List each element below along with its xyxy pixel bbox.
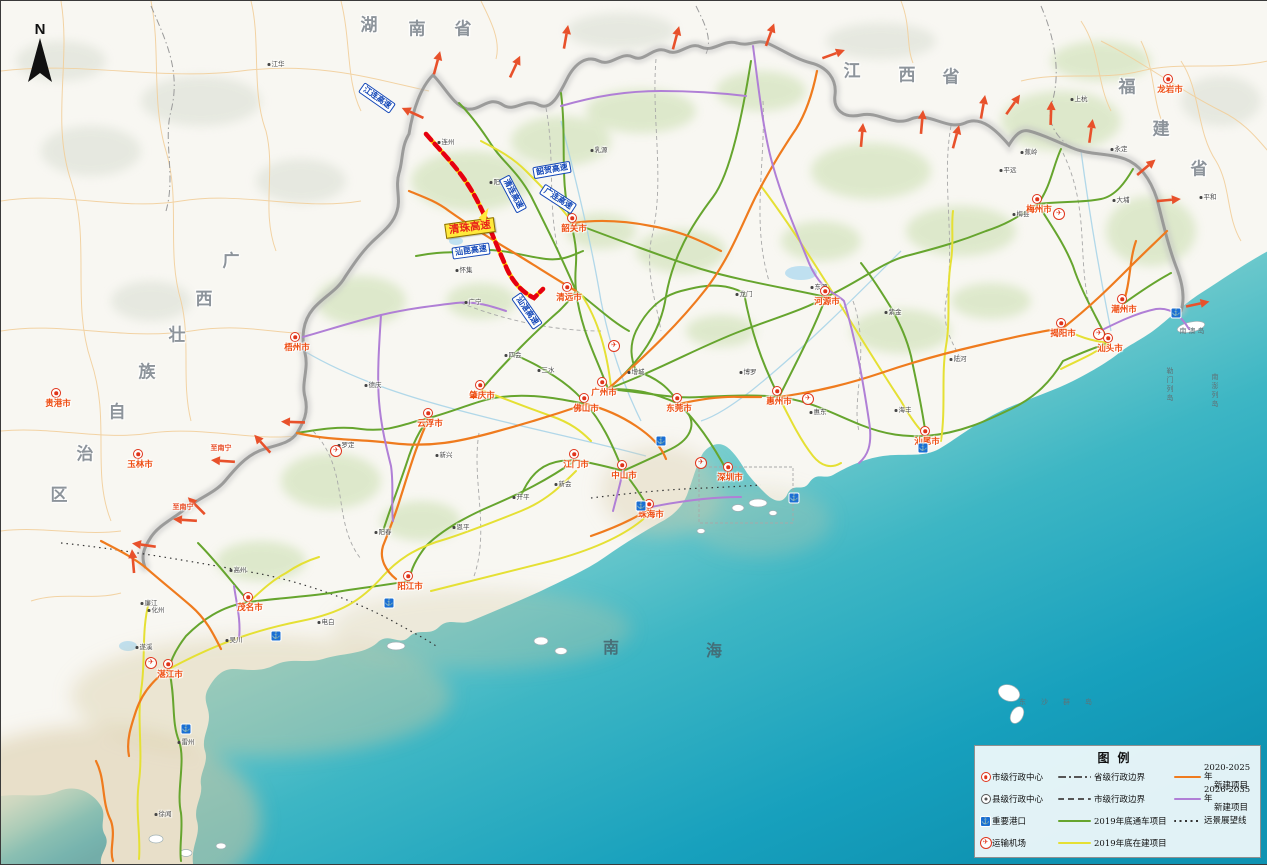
port-icon: ⚓ <box>271 631 282 642</box>
city-marker-icon <box>423 408 433 418</box>
city-marker-icon <box>1056 318 1066 328</box>
airport-icon: ✈ <box>802 393 814 405</box>
legend-label: 县级行政中心 <box>992 793 1058 805</box>
city-marker-icon <box>617 460 627 470</box>
legend-row: 县级行政中心 市级行政边界 2026-2035年新建项目 <box>975 788 1260 810</box>
port-icon: ⚓ <box>656 436 667 447</box>
city-marker-icon <box>163 659 173 669</box>
direction-arrow-icon <box>124 547 144 574</box>
port-icon: ⚓ <box>384 598 395 609</box>
legend-label: 重要港口 <box>992 815 1058 827</box>
city-marker-icon <box>597 377 607 387</box>
airport-icon: ✈ <box>145 657 157 669</box>
legend-rows: 市级行政中心省级行政边界2020-2025年新建项目县级行政中心市级行政边界20… <box>975 766 1260 854</box>
city-marker-icon <box>723 462 733 472</box>
direction-arrow-icon <box>1155 191 1182 211</box>
legend-label: 远景展望线 <box>1204 817 1256 826</box>
direction-arrow-icon <box>913 108 933 135</box>
port-icon: ⚓ <box>918 443 929 454</box>
city-marker-icon <box>579 393 589 403</box>
airport-icon: ✈ <box>695 457 707 469</box>
airport-icon: ✈ <box>608 340 620 352</box>
city-marker-icon <box>820 286 830 296</box>
legend-label: 2019年底在建项目 <box>1094 837 1174 849</box>
legend-city-marker-icon <box>981 772 991 782</box>
direction-arrow-icon <box>1081 117 1102 145</box>
city-marker-icon <box>772 386 782 396</box>
city-marker-icon <box>243 592 253 602</box>
legend-county-marker-icon <box>981 794 991 804</box>
legend-line-sample <box>1058 776 1091 778</box>
legend-port-icon: ⚓ <box>980 816 991 827</box>
direction-arrow-icon <box>853 121 873 148</box>
direction-arrow-icon <box>209 450 236 470</box>
airport-icon: ✈ <box>1053 208 1065 220</box>
port-icon: ⚓ <box>1171 308 1182 319</box>
legend-label: 2026-2035年新建项目 <box>1204 786 1256 813</box>
legend-row: ⚓重要港口 2019年底通车项目 远景展望线 <box>975 810 1260 832</box>
legend: 图例 市级行政中心省级行政边界2020-2025年新建项目县级行政中心市级行政边… <box>974 745 1261 858</box>
legend-label: 市级行政边界 <box>1094 793 1174 805</box>
city-marker-icon <box>1163 74 1173 84</box>
legend-line-sample <box>1174 820 1201 822</box>
city-marker-icon <box>475 380 485 390</box>
legend-label: 市级行政中心 <box>992 771 1058 783</box>
legend-line-sample <box>1058 820 1091 823</box>
airport-icon: ✈ <box>330 445 342 457</box>
port-icon: ⚓ <box>181 724 192 735</box>
city-marker-icon <box>920 426 930 436</box>
legend-label: 2019年底通车项目 <box>1094 815 1174 827</box>
city-marker-icon <box>567 213 577 223</box>
legend-line-sample <box>1174 776 1201 779</box>
city-marker-icon <box>290 332 300 342</box>
direction-arrow-icon <box>280 412 307 431</box>
airport-icon: ✈ <box>1093 328 1105 340</box>
city-marker-icon <box>51 388 61 398</box>
city-marker-icon <box>403 571 413 581</box>
legend-line-sample <box>1174 798 1201 801</box>
city-marker-icon <box>569 449 579 459</box>
direction-arrow-icon <box>1043 100 1062 127</box>
city-marker-icon <box>562 282 572 292</box>
legend-line-sample <box>1058 842 1091 845</box>
city-marker-icon <box>1117 294 1127 304</box>
port-icon: ⚓ <box>789 493 800 504</box>
legend-row: ✈运输机场 2019年底在建项目 <box>975 832 1260 854</box>
city-marker-icon <box>672 393 682 403</box>
planning-map: 湖南省江西省福建省广西壮族自治区南海南澳岛勒门列岛南澎列岛东沙群岛连州阳山乳源怀… <box>0 0 1267 865</box>
direction-arrow-icon <box>171 509 198 529</box>
city-marker-icon <box>133 449 143 459</box>
legend-label: 运输机场 <box>992 837 1058 849</box>
legend-airport-icon: ✈ <box>980 837 992 849</box>
legend-label: 省级行政边界 <box>1094 771 1174 783</box>
legend-line-sample <box>1174 842 1201 845</box>
compass: N <box>25 21 55 89</box>
port-icon: ⚓ <box>636 501 647 512</box>
city-marker-icon <box>1032 194 1042 204</box>
compass-arrow-icon <box>27 38 53 84</box>
map-graphic <box>1 1 1267 864</box>
legend-line-sample <box>1058 798 1091 800</box>
compass-north-label: N <box>25 21 55 38</box>
